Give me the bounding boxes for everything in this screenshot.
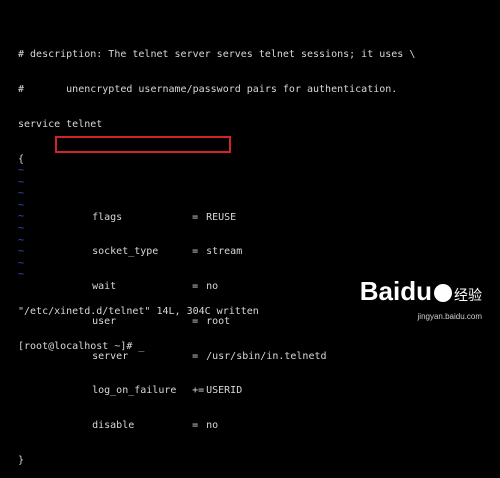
comment-line-2: # unencrypted username/password pairs fo… <box>18 83 398 95</box>
config-key: flags <box>92 211 123 223</box>
config-line-flags: flags = REUSE <box>18 200 415 223</box>
close-brace: } <box>18 454 25 466</box>
empty-line-markers: ~ ~ ~ ~ ~ ~ ~ ~ ~ ~ <box>18 165 24 281</box>
open-brace: { <box>18 153 25 165</box>
config-line-log-on-failure: log_on_failure += USERID <box>18 374 415 396</box>
config-line-wait: wait = no <box>18 269 415 292</box>
config-value: USERID <box>206 385 243 397</box>
tilde-marker: ~ <box>18 188 25 200</box>
status-area: "/etc/xinetd.d/telnet" 14L, 304C written… <box>18 283 259 364</box>
terminal-buffer: # description: The telnet server serves … <box>18 26 415 478</box>
highlight-box <box>55 136 231 153</box>
config-key: socket_type <box>92 246 159 258</box>
tilde-marker: ~ <box>18 257 25 269</box>
config-key: log_on_failure <box>92 385 177 397</box>
shell-prompt[interactable]: [root@localhost ~]# _ <box>18 341 259 353</box>
config-line-socket-type: socket_type = stream <box>18 235 415 257</box>
watermark-logo: Baidu 经验 <box>360 276 482 307</box>
tilde-marker: ~ <box>18 165 25 176</box>
tilde-marker: ~ <box>18 222 25 234</box>
watermark-sub: 经验 <box>454 287 482 303</box>
config-op: = <box>192 246 199 258</box>
config-op: = <box>192 420 199 432</box>
tilde-marker: ~ <box>18 199 25 211</box>
service-declaration: service telnet <box>18 118 103 130</box>
config-line-disable[interactable]: disable = no <box>18 409 415 431</box>
watermark-url: jingyan.baidu.com <box>417 312 482 321</box>
watermark-brand: Baidu <box>359 276 432 306</box>
config-op: += <box>192 385 205 397</box>
tilde-marker: ~ <box>18 246 25 258</box>
config-value: no <box>206 420 219 432</box>
config-value: REUSE <box>206 211 237 223</box>
tilde-marker: ~ <box>18 176 25 188</box>
config-op: = <box>192 211 199 223</box>
write-status-message: "/etc/xinetd.d/telnet" 14L, 304C written <box>18 306 259 318</box>
tilde-marker: ~ <box>18 269 25 281</box>
config-key: disable <box>92 420 135 432</box>
tilde-marker: ~ <box>18 234 25 246</box>
config-value: stream <box>206 246 243 258</box>
comment-line-1: # description: The telnet server serves … <box>18 49 416 61</box>
paw-icon <box>434 284 452 302</box>
tilde-marker: ~ <box>18 211 25 223</box>
